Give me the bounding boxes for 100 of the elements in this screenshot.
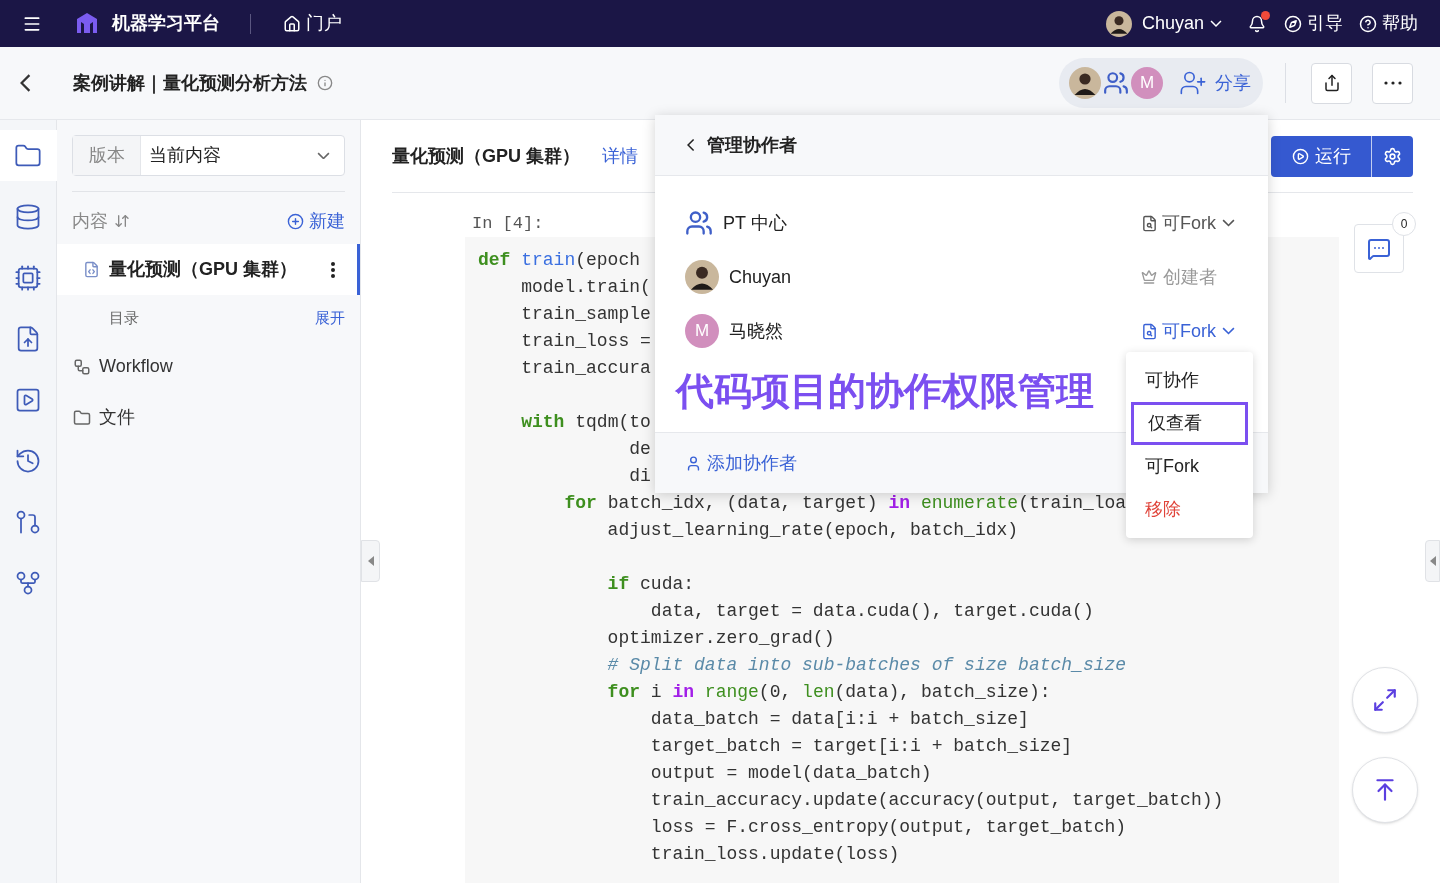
collaborator-pill[interactable]: M 分享: [1059, 58, 1263, 108]
group-icon: [1103, 70, 1129, 96]
user-menu[interactable]: Chuyan: [1141, 10, 1222, 37]
export-button[interactable]: [1311, 62, 1352, 104]
member-name: Chuyan: [729, 265, 792, 289]
panel-item[interactable]: Workflow: [57, 341, 360, 392]
version-label: 版本: [73, 136, 141, 175]
role-dropdown[interactable]: 可Fork: [1141, 209, 1235, 237]
cell-prompt: In [4]:: [472, 213, 544, 235]
info-icon[interactable]: [317, 75, 333, 91]
play-icon: [1291, 147, 1309, 165]
guide-link[interactable]: 引导: [1284, 10, 1343, 37]
code-line: def train(epoch: [478, 249, 641, 272]
panel-item[interactable]: 文件: [57, 392, 360, 443]
member-name: PT 中心: [723, 211, 787, 235]
workflow-icon: [73, 357, 91, 376]
code-line: di: [628, 465, 651, 488]
code-line: train_accura: [520, 357, 651, 380]
file-search-icon: [1141, 322, 1158, 340]
code-line: target_batch = target[i:i + batch_size]: [649, 735, 1073, 758]
more-icon: [1383, 81, 1402, 85]
code-line: train_sample: [520, 303, 651, 326]
file-name: 量化预测（GPU 集群）: [109, 258, 297, 281]
crown-icon: [1141, 269, 1157, 285]
code-line: output = model(data_batch): [649, 762, 932, 785]
database-icon: [14, 202, 42, 231]
code-line: with tqdm(to: [520, 411, 651, 434]
menu-item[interactable]: 可Fork: [1131, 445, 1248, 488]
code-line: optimizer.zero_grad(): [606, 627, 835, 650]
expand-icon: [1372, 687, 1398, 713]
help-icon: [1359, 14, 1377, 33]
member-name: 马晓然: [729, 319, 783, 343]
share-button[interactable]: 分享: [1179, 69, 1251, 97]
code-line: train_accuracy.update(accuracy(output, target_batch)): [649, 789, 1224, 812]
scroll-top-button[interactable]: [1352, 757, 1418, 823]
content-label: 内容: [72, 209, 108, 233]
menu-item[interactable]: 移除: [1131, 488, 1248, 531]
collapse-handle[interactable]: [1425, 540, 1440, 582]
file-item[interactable]: 量化预测（GPU 集群）: [57, 244, 360, 295]
settings-icon: [1383, 146, 1402, 166]
caret-icon: [1210, 20, 1222, 27]
triangle-icon: [367, 556, 374, 566]
user-icon: [685, 454, 702, 472]
plus-icon: [287, 212, 304, 230]
help-link[interactable]: 帮助: [1359, 10, 1418, 37]
code-line: adjust_learning_rate(epoch, batch_idx): [606, 519, 1019, 542]
expand-link[interactable]: 展开: [315, 306, 345, 330]
code-file-icon: [83, 261, 100, 278]
back-icon[interactable]: [687, 138, 695, 152]
version-value: 当前内容: [148, 144, 222, 167]
group-icon: [685, 209, 713, 237]
app-name: 机器学习平台: [112, 12, 220, 35]
add-collaborator-link[interactable]: 添加协作者: [685, 449, 797, 477]
fullscreen-button[interactable]: [1352, 667, 1418, 733]
code-line: data_batch = data[i:i + batch_size]: [649, 708, 1029, 731]
sort-icon[interactable]: [114, 213, 130, 229]
code-line: de: [628, 438, 651, 461]
comment-count-badge: 0: [1392, 212, 1416, 236]
collapse-handle[interactable]: [361, 540, 380, 582]
portal-link[interactable]: 门户: [283, 10, 342, 37]
role-dropdown[interactable]: 可Fork: [1141, 317, 1235, 345]
avatar-icon: [1105, 10, 1132, 37]
code-line: data, target = data.cuda(), target.cuda(): [649, 600, 1094, 623]
share-icon: [1322, 74, 1341, 92]
notification-icon[interactable]: [1248, 14, 1266, 33]
file-search-icon: [1141, 214, 1158, 232]
back-icon[interactable]: [20, 73, 31, 93]
comment-icon: [1367, 236, 1391, 261]
run-button[interactable]: 运行: [1271, 135, 1372, 177]
code-line: train_loss.update(loss): [649, 843, 900, 866]
code-line: model.train(: [520, 276, 651, 299]
new-button[interactable]: 新建: [287, 207, 345, 235]
folder-icon: [73, 408, 91, 427]
letter-avatar: M: [1131, 67, 1163, 99]
menu-item[interactable]: 仅查看: [1131, 402, 1248, 445]
details-link[interactable]: 详情: [602, 142, 638, 170]
caption-text: 代码项目的协作权限管理: [676, 369, 1094, 414]
code-line: loss = F.cross_entropy(output, target_batch): [649, 816, 1127, 839]
menu-item[interactable]: 可协作: [1131, 359, 1248, 402]
rail-item[interactable]: [0, 130, 57, 181]
code-line: # Split data into sub-batches of size batch_size: [606, 654, 1127, 677]
triangle-icon: [1429, 556, 1436, 566]
code-line: for i in range(0, len(data), batch_size):: [606, 681, 1051, 704]
caret-icon: [317, 151, 330, 160]
compass-icon: [1284, 14, 1302, 33]
code-line: for batch_idx, (data, target) in enumerate(train_loa: [563, 492, 1127, 515]
chip-icon: [14, 263, 42, 292]
popup-title: 管理协作者: [706, 133, 797, 157]
role-label: 创建者: [1141, 263, 1217, 291]
caret-icon: [1222, 327, 1235, 335]
breadcrumb-title: 案例讲解｜量化预测分析方法: [73, 71, 307, 96]
notebook-title: 量化预测（GPU 集群）: [392, 144, 580, 168]
version-select[interactable]: 版本 当前内容: [72, 135, 345, 176]
caret-icon: [1222, 219, 1235, 227]
code-line: if cuda:: [606, 573, 695, 596]
code-line: train_loss =: [520, 330, 651, 353]
toc-label: 目录: [109, 307, 139, 328]
more-icon[interactable]: [331, 261, 335, 278]
letter-avatar: M: [685, 314, 719, 348]
avatar-icon: [1069, 67, 1101, 99]
